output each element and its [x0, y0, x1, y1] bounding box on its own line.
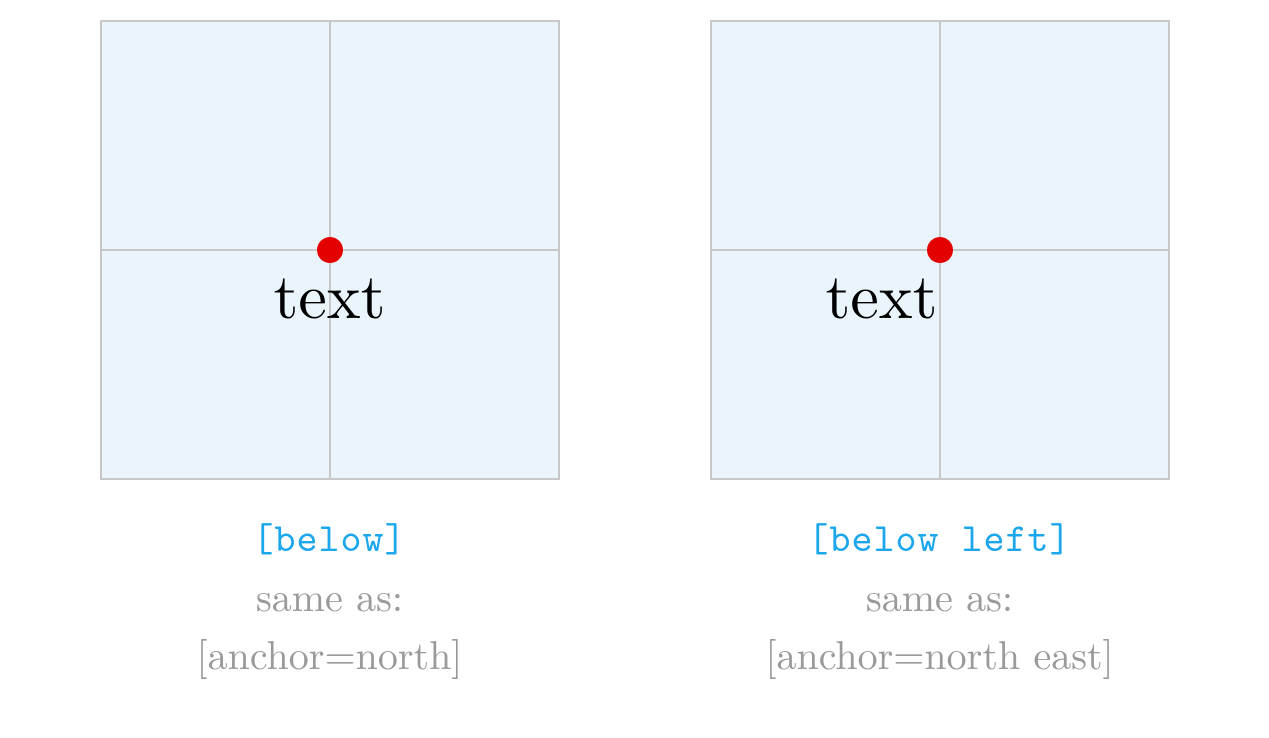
anchor-point-dot [317, 237, 343, 263]
grid-box: text [710, 20, 1170, 480]
anchor-label: [anchor=north] [197, 624, 463, 682]
anchor-label: [anchor=north east] [765, 624, 1113, 682]
same-as-label: same as: [765, 566, 1113, 624]
panel-below-left: text [below left] same as: [anchor=north… [710, 20, 1170, 682]
panel-below: text [below] same as: [anchor=north] [100, 20, 560, 682]
option-label: [below left] [765, 508, 1113, 566]
option-label: [below] [197, 508, 463, 566]
node-text: text [826, 250, 940, 324]
same-as-label: same as: [197, 566, 463, 624]
caption: [below] same as: [anchor=north] [197, 508, 463, 682]
grid-box: text [100, 20, 560, 480]
anchor-point-dot [927, 237, 953, 263]
caption: [below left] same as: [anchor=north east… [765, 508, 1113, 682]
